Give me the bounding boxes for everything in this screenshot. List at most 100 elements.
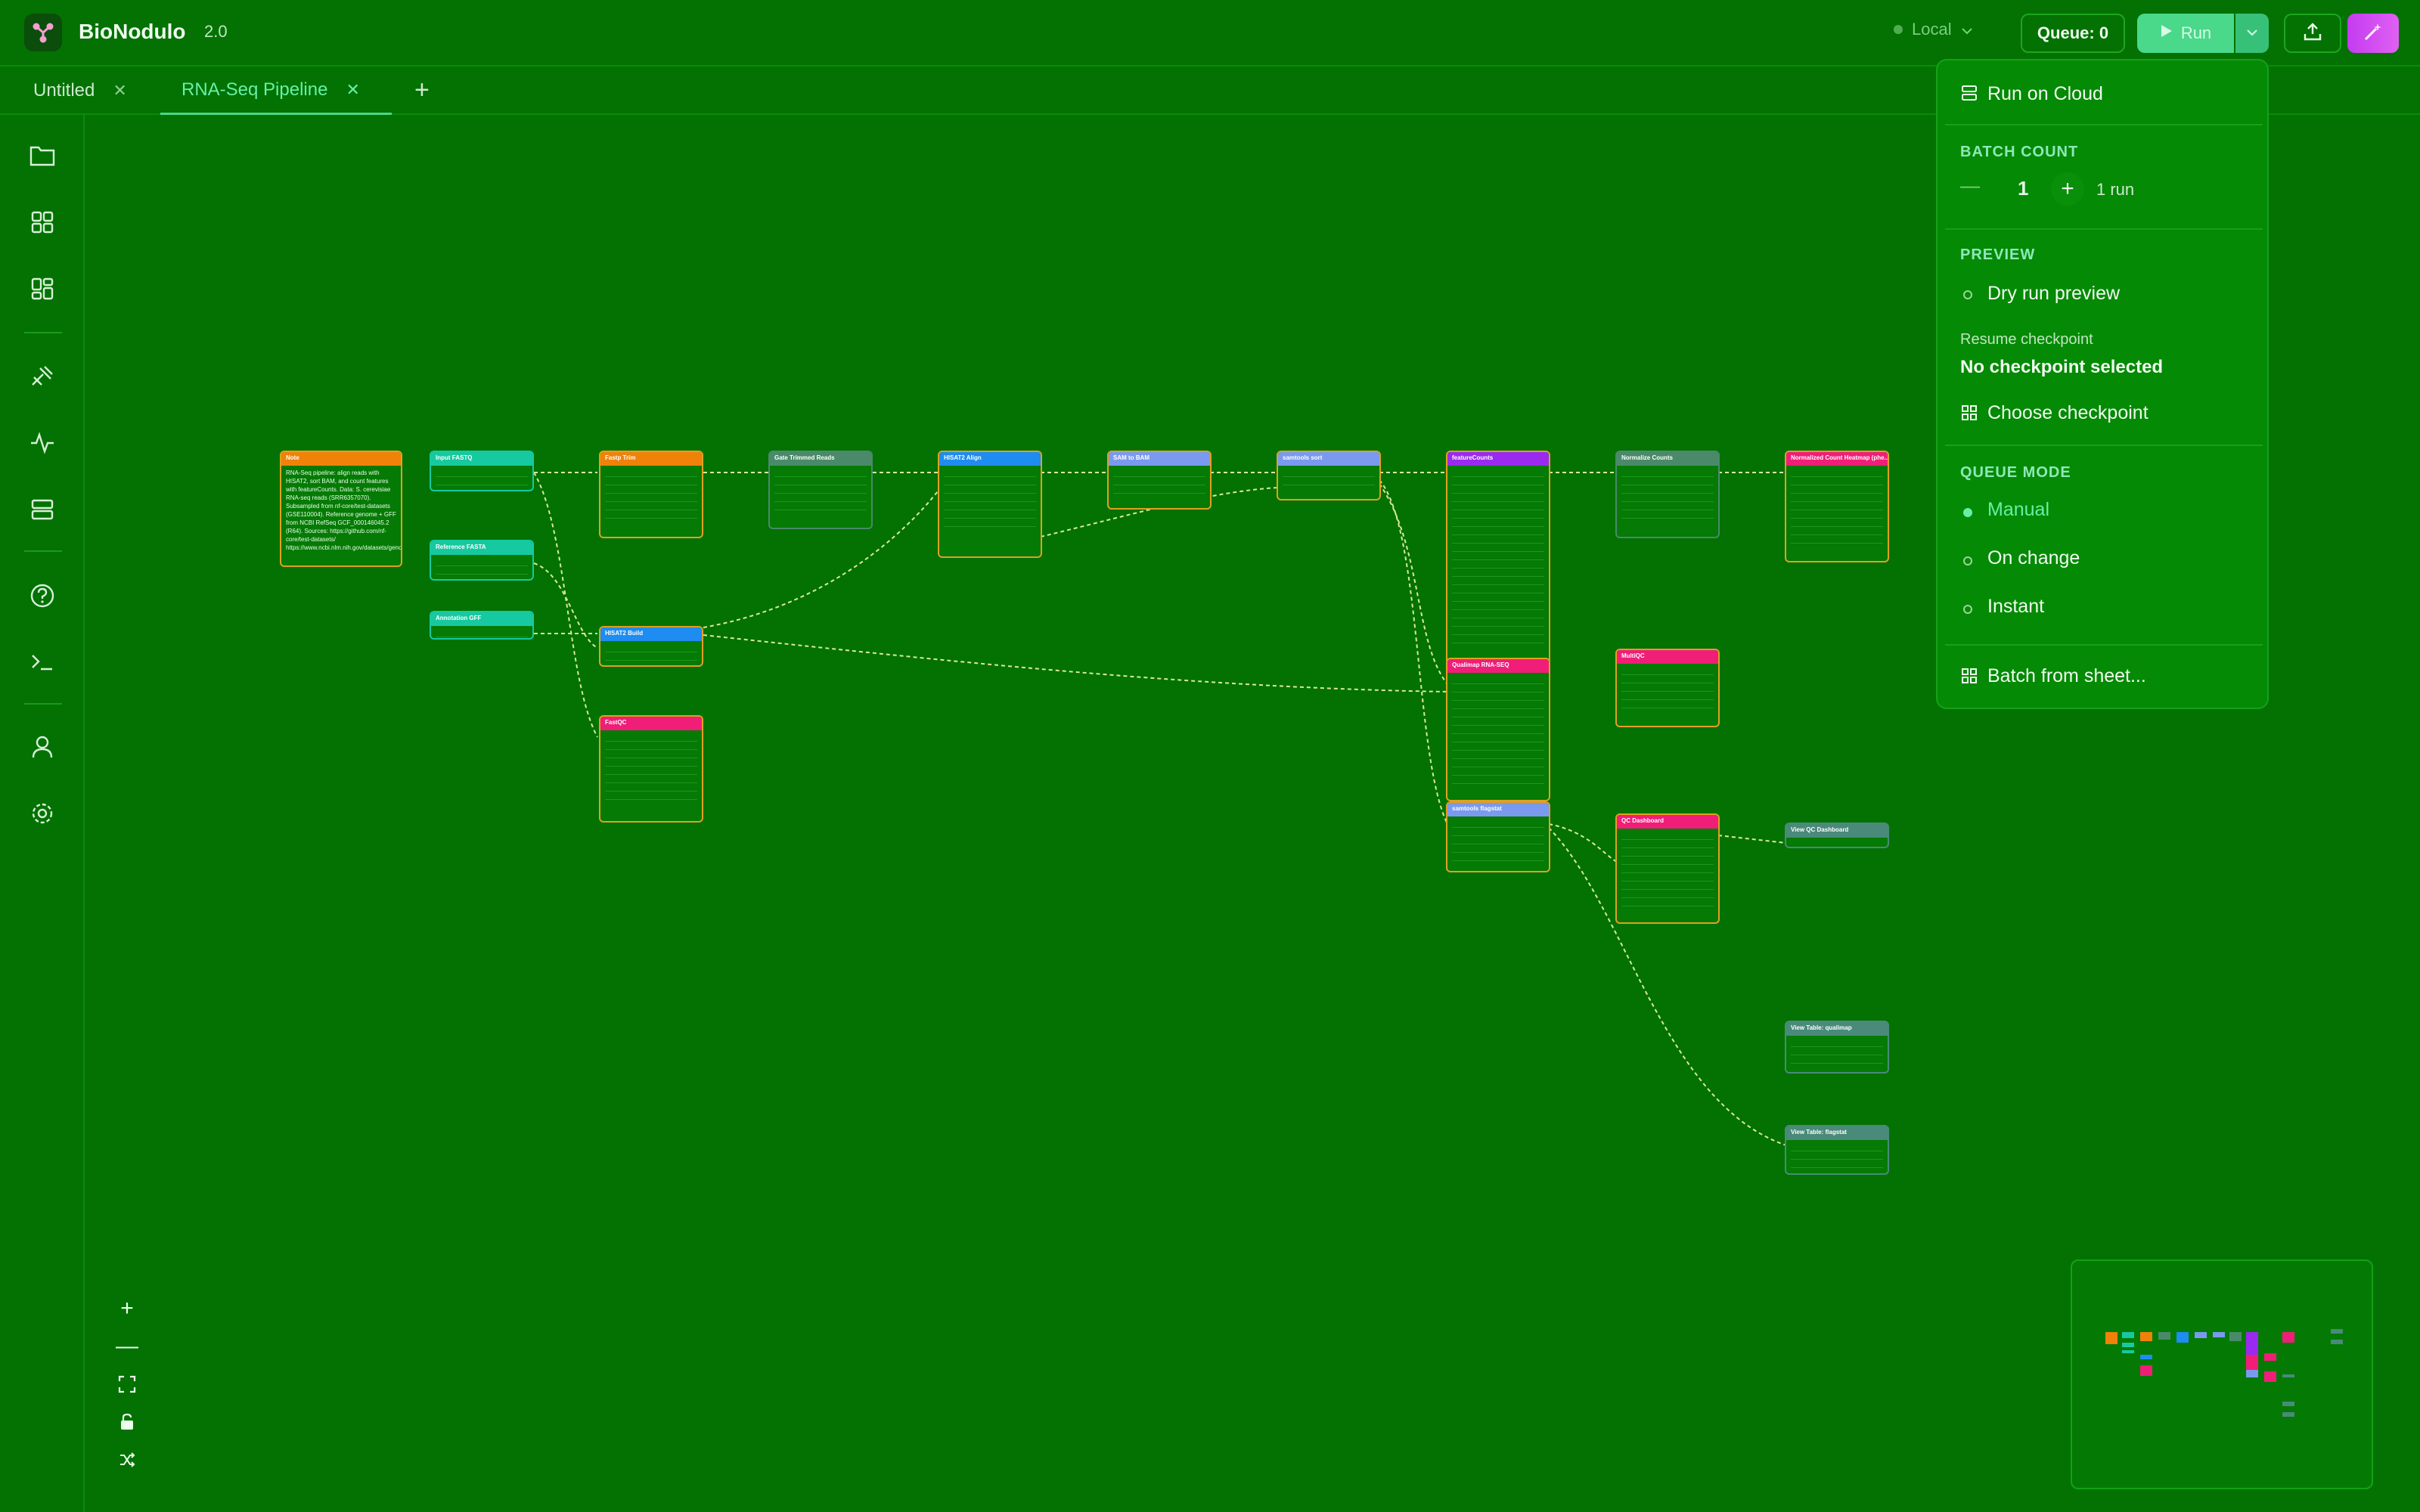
queue-mode-on-change[interactable]: On change bbox=[1987, 547, 2080, 569]
node-title: QC Dashboard bbox=[1617, 815, 1718, 829]
magic-wand-icon bbox=[2363, 21, 2384, 46]
minimap-node bbox=[2282, 1332, 2294, 1343]
run-button[interactable]: Run bbox=[2137, 14, 2234, 53]
node-title: featureCounts bbox=[1447, 452, 1549, 466]
run-options-toggle[interactable] bbox=[2235, 14, 2269, 53]
help-icon[interactable] bbox=[26, 579, 59, 612]
minimap-node bbox=[2140, 1355, 2152, 1359]
environment-select[interactable]: Local bbox=[1894, 20, 1973, 39]
workflow-node[interactable]: HISAT2 Build bbox=[599, 626, 703, 667]
minimap-node bbox=[2213, 1332, 2225, 1337]
dry-run-radio[interactable] bbox=[1963, 290, 1972, 299]
run-on-cloud-item[interactable]: Run on Cloud bbox=[1987, 83, 2103, 105]
menu-divider bbox=[1945, 228, 2263, 230]
workflow-node[interactable]: Reference FASTA bbox=[430, 540, 534, 581]
minimap-node bbox=[2122, 1332, 2134, 1338]
grid-icon[interactable] bbox=[26, 206, 59, 239]
server-icon bbox=[1960, 84, 1978, 102]
tools-icon[interactable] bbox=[26, 360, 59, 393]
server-icon[interactable] bbox=[26, 493, 59, 526]
workflow-node[interactable]: featureCounts bbox=[1446, 451, 1550, 667]
note-text: RNA-Seq pipeline: align reads with HISAT… bbox=[286, 469, 402, 551]
chevron-down-icon bbox=[1961, 20, 1973, 39]
choose-checkpoint-item[interactable]: Choose checkpoint bbox=[1987, 402, 2149, 424]
workflow-node[interactable]: FastQC bbox=[599, 715, 703, 823]
tab-rna-seq-pipeline[interactable]: RNA-Seq Pipeline ✕ bbox=[160, 67, 392, 115]
batch-count-value[interactable]: 1 bbox=[2018, 177, 2028, 200]
queue-button[interactable]: Queue: 0 bbox=[2021, 14, 2125, 53]
manual-mode-radio[interactable] bbox=[1963, 508, 1972, 517]
instant-mode-radio[interactable] bbox=[1963, 605, 1972, 614]
workflow-node[interactable]: Annotation GFF bbox=[430, 611, 534, 640]
minimap[interactable] bbox=[2071, 1259, 2373, 1489]
lock-button[interactable] bbox=[106, 1405, 148, 1439]
node-title: Gate Trimmed Reads bbox=[770, 452, 871, 466]
user-icon[interactable] bbox=[26, 730, 59, 764]
queue-mode-manual[interactable]: Manual bbox=[1987, 499, 2049, 521]
chevron-down-icon bbox=[2246, 26, 2258, 40]
on-change-mode-radio[interactable] bbox=[1963, 556, 1972, 565]
workflow-node[interactable]: SAM to BAM bbox=[1107, 451, 1212, 510]
app-logo-icon[interactable] bbox=[24, 14, 62, 51]
preview-title: PREVIEW bbox=[1960, 246, 2036, 263]
minimap-node bbox=[2331, 1329, 2343, 1334]
workflow-node[interactable]: samtools flagstat bbox=[1446, 801, 1550, 872]
activity-icon[interactable] bbox=[26, 426, 59, 460]
node-title: Normalized Count Heatmap (phe... bbox=[1786, 452, 1888, 466]
workflow-node[interactable]: View Table: qualimap bbox=[1785, 1021, 1889, 1074]
batch-count-title: BATCH COUNT bbox=[1960, 144, 2079, 160]
menu-divider bbox=[1945, 644, 2263, 646]
workflow-node[interactable]: Normalize Counts bbox=[1615, 451, 1720, 538]
node-title: SAM to BAM bbox=[1109, 452, 1210, 466]
close-icon[interactable]: ✕ bbox=[346, 80, 359, 100]
node-title: View QC Dashboard bbox=[1786, 824, 1888, 838]
zoom-in-button[interactable]: + bbox=[106, 1291, 148, 1326]
add-tab-button[interactable]: + bbox=[414, 76, 430, 105]
batch-count-suffix: 1 run bbox=[2096, 180, 2135, 199]
minimap-node bbox=[2331, 1340, 2343, 1344]
workflow-node[interactable]: Normalized Count Heatmap (phe... bbox=[1785, 451, 1889, 562]
play-icon bbox=[2160, 23, 2173, 43]
node-title: samtools flagstat bbox=[1447, 803, 1549, 816]
workflow-node[interactable]: Input FASTQ bbox=[430, 451, 534, 491]
dashboard-icon[interactable] bbox=[26, 272, 59, 305]
folder-icon[interactable] bbox=[26, 139, 59, 172]
zoom-out-button[interactable]: — bbox=[106, 1329, 148, 1364]
ai-assist-button[interactable] bbox=[2347, 14, 2399, 53]
fit-view-button[interactable] bbox=[106, 1367, 148, 1402]
queue-mode-instant[interactable]: Instant bbox=[1987, 596, 2044, 618]
export-button[interactable] bbox=[2284, 14, 2341, 53]
note-node[interactable]: Note RNA-Seq pipeline: align reads with … bbox=[280, 451, 402, 567]
node-title: FastQC bbox=[600, 717, 702, 730]
app-version: 2.0 bbox=[204, 22, 228, 41]
node-title: Reference FASTA bbox=[431, 541, 532, 555]
workflow-node[interactable]: HISAT2 Align bbox=[938, 451, 1042, 558]
top-bar: BioNodulo 2.0 Local Queue: 0 Run bbox=[0, 0, 2420, 67]
minimap-node bbox=[2264, 1353, 2276, 1361]
tab-untitled[interactable]: Untitled ✕ bbox=[0, 67, 160, 115]
minimap-node bbox=[2140, 1365, 2152, 1376]
shuffle-layout-button[interactable] bbox=[106, 1442, 148, 1477]
workflow-node[interactable]: Qualimap RNA-SEQ bbox=[1446, 658, 1550, 801]
node-title: MultiQC bbox=[1617, 650, 1718, 664]
workflow-node[interactable]: QC Dashboard bbox=[1615, 813, 1720, 924]
node-title: Normalize Counts bbox=[1617, 452, 1718, 466]
workflow-node[interactable]: MultiQC bbox=[1615, 649, 1720, 727]
workflow-node[interactable]: View QC Dashboard bbox=[1785, 823, 1889, 848]
dry-run-preview-item[interactable]: Dry run preview bbox=[1987, 283, 2120, 305]
sidebar bbox=[0, 115, 85, 1512]
batch-from-sheet-item[interactable]: Batch from sheet... bbox=[1987, 665, 2146, 687]
close-icon[interactable]: ✕ bbox=[113, 81, 126, 101]
minimap-node bbox=[2105, 1332, 2118, 1344]
workflow-node[interactable]: Fastp Trim bbox=[599, 451, 703, 538]
workflow-node[interactable]: samtools sort bbox=[1277, 451, 1381, 500]
settings-icon[interactable] bbox=[26, 797, 59, 830]
queue-mode-title: QUEUE MODE bbox=[1960, 464, 2071, 481]
minimap-node bbox=[2282, 1402, 2294, 1406]
workflow-node[interactable]: View Table: flagstat bbox=[1785, 1125, 1889, 1175]
increment-button[interactable]: + bbox=[2051, 172, 2084, 206]
decrement-button[interactable]: — bbox=[1960, 174, 1983, 204]
terminal-icon[interactable] bbox=[26, 646, 59, 679]
grid-icon bbox=[1960, 404, 1978, 422]
workflow-node[interactable]: Gate Trimmed Reads bbox=[768, 451, 873, 529]
